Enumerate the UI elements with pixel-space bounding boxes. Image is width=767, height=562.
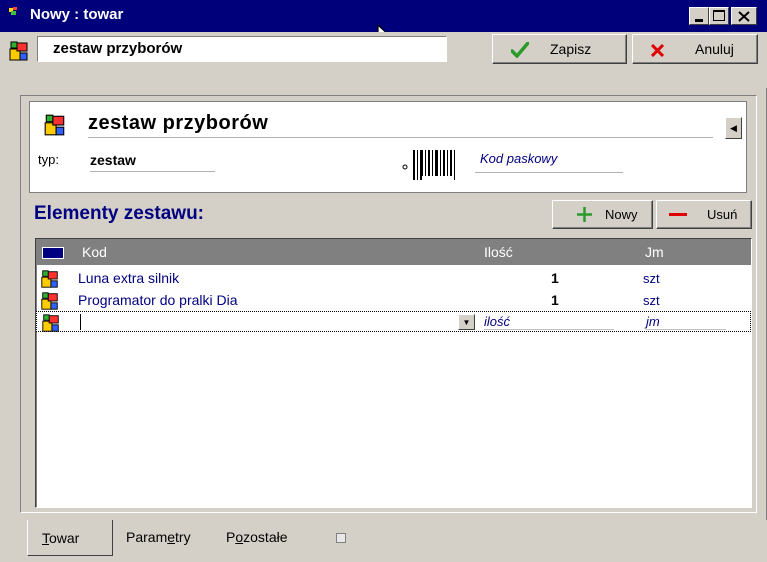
dropdown-arrow-icon: ▼ [462,318,471,327]
tab-towar-mnemonic: T [42,530,49,546]
item-name-field[interactable]: zestaw przyborów [37,36,447,62]
select-all-icon[interactable] [42,247,64,259]
tab-towar[interactable]: Towar [27,520,113,556]
delete-label: Usuń [707,207,738,222]
x-icon [651,44,664,57]
tab-extra-box[interactable] [336,533,346,543]
cell-jm: szt [643,293,660,308]
product-set-icon [44,114,65,136]
product-set-icon [41,270,58,288]
toolbar: zestaw przyborów Zapisz Anuluj [0,32,767,88]
cell-kod: Programator do pralki Dia [78,292,238,308]
column-header-kod[interactable]: Kod [82,244,107,260]
cell-kod: Luna extra silnik [78,270,180,286]
barcode-field[interactable]: Kod paskowy [475,151,623,173]
cancel-label: Anuluj [695,41,734,57]
product-set-icon [9,41,28,61]
jm-input[interactable]: jm [646,314,726,330]
tab-parametry[interactable]: Parametry [126,529,191,545]
name-spin-button[interactable]: ◀ [725,117,742,139]
table-row[interactable]: Luna extra silnik 1 szt [36,268,751,289]
save-button[interactable]: Zapisz [492,34,627,64]
cancel-button[interactable]: Anuluj [632,34,758,64]
minimize-button[interactable] [689,7,709,25]
tab-label-part: try [175,529,191,545]
new-row-editor[interactable]: ▼ ilość jm [36,311,751,332]
tab-strip [0,520,767,562]
check-icon [511,42,529,58]
cell-jm: szt [643,271,660,286]
maximize-icon [713,10,725,21]
window-title: Nowy : towar [30,6,124,23]
save-label: Zapisz [550,41,592,57]
cell-ilosc: 1 [551,270,559,286]
item-name-display[interactable]: zestaw przyborów [88,112,713,138]
system-menu-icon[interactable] [8,6,18,16]
close-button[interactable] [731,7,757,25]
product-set-icon [42,314,59,332]
ilosc-input[interactable]: ilość [484,314,614,330]
tab-pozostale[interactable]: Pozostałe [226,529,288,545]
new-element-button[interactable]: Nowy [552,200,653,229]
title-bar[interactable]: Nowy : towar [0,0,767,52]
column-header-jm[interactable]: Jm [645,244,664,260]
plus-icon [577,207,592,222]
new-label: Nowy [605,207,638,222]
tab-towar-label: owar [49,530,80,546]
kod-input-caret[interactable] [80,314,81,330]
left-arrow-icon: ◀ [730,123,737,133]
close-icon [738,11,750,22]
type-label: typ: [38,152,59,167]
set-elements-heading: Elementy zestawu: [34,203,204,224]
tab-parametry-mnemonic: e [167,529,176,545]
table-row[interactable]: Programator do pralki Dia 1 szt [36,290,751,311]
cell-ilosc: 1 [551,292,559,308]
tab-label-part: zostałe [243,529,288,545]
barcode-icon [402,150,455,182]
kod-dropdown-button[interactable]: ▼ [458,314,475,330]
maximize-button[interactable] [709,7,729,25]
tab-pozostale-mnemonic: o [235,529,244,545]
type-field[interactable]: zestaw [90,152,215,172]
tab-label-part: Param [126,529,168,545]
product-set-icon [41,292,58,310]
tab-label-part: P [226,529,236,545]
column-header-ilosc[interactable]: Ilość [484,244,513,260]
dialog-window: Nowy : towar zestaw przyborów Zapisz Anu… [0,0,767,562]
delete-element-button[interactable]: Usuń [656,200,752,229]
minus-icon [669,213,687,216]
minimize-icon [695,19,703,22]
grid-header: Kod Ilość Jm [36,240,751,265]
